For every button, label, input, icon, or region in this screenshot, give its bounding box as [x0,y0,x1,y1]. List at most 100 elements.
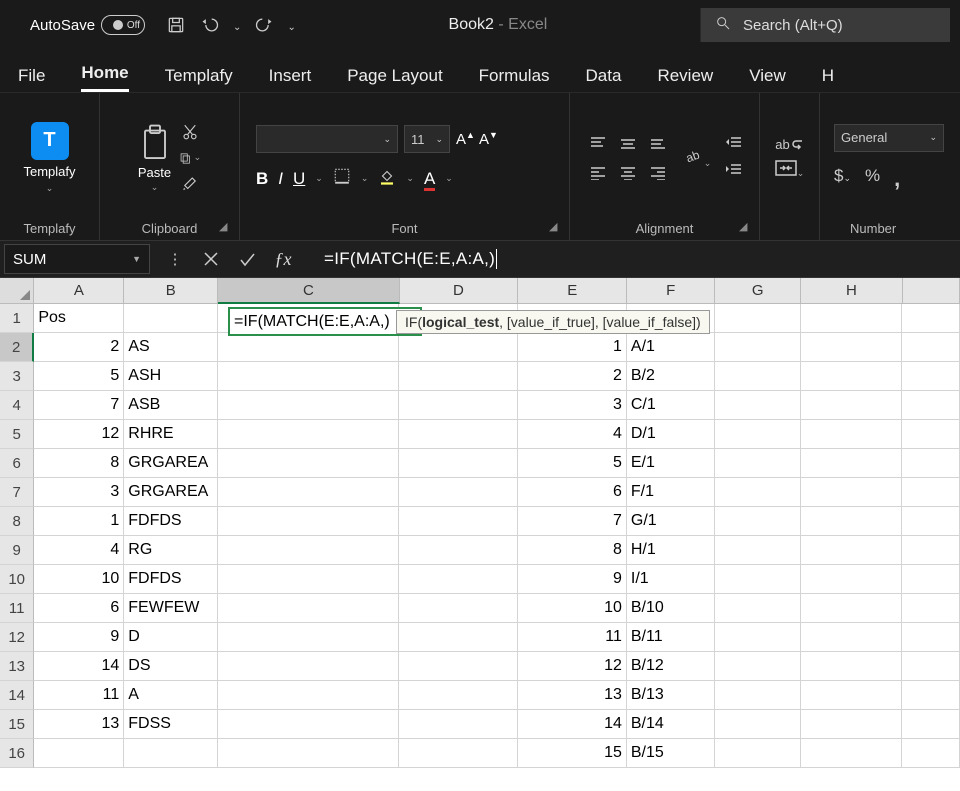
cell[interactable] [715,739,801,768]
cell[interactable]: 8 [518,536,627,565]
cell[interactable]: 8 [34,449,124,478]
name-box[interactable]: SUM ▼ [4,244,150,274]
cell[interactable]: A [124,681,218,710]
cell[interactable] [902,623,960,652]
cell[interactable]: 12 [518,652,627,681]
cell[interactable] [715,652,801,681]
cell[interactable] [715,565,801,594]
row-header[interactable]: 10 [0,565,34,594]
cell[interactable] [399,739,518,768]
cell[interactable] [902,652,960,681]
col-header-g[interactable]: G [715,278,801,304]
cell[interactable] [399,478,518,507]
row-header[interactable]: 11 [0,594,34,623]
col-header-extra[interactable] [903,278,960,304]
cell[interactable] [218,478,399,507]
decrease-font-icon[interactable]: A▼ [479,130,498,148]
row-header[interactable]: 2 [0,333,34,362]
autosave-toggle[interactable]: AutoSave Off [30,15,145,35]
cell[interactable] [801,623,902,652]
cell[interactable] [902,739,960,768]
percent-format-icon[interactable]: % [865,166,880,192]
cell[interactable]: 5 [518,449,627,478]
cell[interactable] [218,565,399,594]
cell[interactable]: 10 [34,565,124,594]
cell[interactable]: D/1 [627,420,715,449]
cell[interactable] [399,565,518,594]
cell[interactable] [218,449,399,478]
cell[interactable] [218,623,399,652]
increase-indent-icon[interactable] [725,162,743,181]
cell[interactable] [902,507,960,536]
cell[interactable] [715,623,801,652]
cell[interactable]: B/10 [627,594,715,623]
cell[interactable] [715,507,801,536]
cell[interactable]: 7 [518,507,627,536]
tab-file[interactable]: File [18,66,45,92]
align-middle-icon[interactable] [616,131,640,155]
cell[interactable] [801,710,902,739]
cell[interactable]: 13 [34,710,124,739]
cell[interactable]: 7 [34,391,124,420]
underline-button[interactable]: U [293,169,305,189]
cell[interactable]: 9 [518,565,627,594]
cell[interactable] [902,565,960,594]
cell[interactable] [399,623,518,652]
cell[interactable] [801,304,902,333]
row-header[interactable]: 4 [0,391,34,420]
cell[interactable]: 14 [518,710,627,739]
decrease-indent-icon[interactable] [725,135,743,154]
cell[interactable] [715,449,801,478]
row-header[interactable]: 6 [0,449,34,478]
tab-formulas[interactable]: Formulas [479,66,550,92]
cell[interactable] [399,362,518,391]
font-name-dropdown[interactable]: ⌄ [256,125,398,153]
copy-icon[interactable]: ⌄ [179,149,201,167]
tab-data[interactable]: Data [586,66,622,92]
cell[interactable] [218,536,399,565]
cell[interactable] [715,333,801,362]
cell[interactable] [801,507,902,536]
tab-insert[interactable]: Insert [269,66,312,92]
cell[interactable]: Pos [34,304,124,333]
cell[interactable]: 3 [518,391,627,420]
col-header-d[interactable]: D [400,278,519,304]
cell[interactable] [902,362,960,391]
cell[interactable] [399,710,518,739]
cell[interactable] [801,391,902,420]
search-box[interactable]: Search (Alt+Q) [700,8,950,42]
row-header[interactable]: 3 [0,362,34,391]
bold-button[interactable]: B [256,169,268,189]
cell[interactable] [801,478,902,507]
enter-icon[interactable] [238,250,256,268]
cell[interactable] [399,652,518,681]
cell[interactable] [801,420,902,449]
cell[interactable] [801,652,902,681]
col-header-b[interactable]: B [124,278,218,304]
row-header[interactable]: 5 [0,420,34,449]
cell[interactable]: 6 [518,478,627,507]
cell[interactable] [218,710,399,739]
more-icon[interactable]: ⋮ [166,250,184,268]
cell[interactable]: 15 [518,739,627,768]
cell[interactable]: 1 [34,507,124,536]
select-all-corner[interactable] [0,278,34,304]
cell[interactable] [801,449,902,478]
cell[interactable] [218,362,399,391]
cell[interactable] [218,681,399,710]
cell[interactable] [902,420,960,449]
row-header[interactable]: 14 [0,681,34,710]
tab-view[interactable]: View [749,66,786,92]
cell[interactable]: 14 [34,652,124,681]
cell[interactable]: G/1 [627,507,715,536]
cell[interactable]: C/1 [627,391,715,420]
accounting-format-icon[interactable]: $⌄ [834,166,851,192]
cell[interactable]: 10 [518,594,627,623]
tab-review[interactable]: Review [657,66,713,92]
row-header[interactable]: 9 [0,536,34,565]
tab-home[interactable]: Home [81,63,128,92]
clipboard-launcher-icon[interactable]: ◢ [219,220,233,234]
cell[interactable]: 3 [34,478,124,507]
cell[interactable] [801,681,902,710]
align-top-icon[interactable] [586,131,610,155]
